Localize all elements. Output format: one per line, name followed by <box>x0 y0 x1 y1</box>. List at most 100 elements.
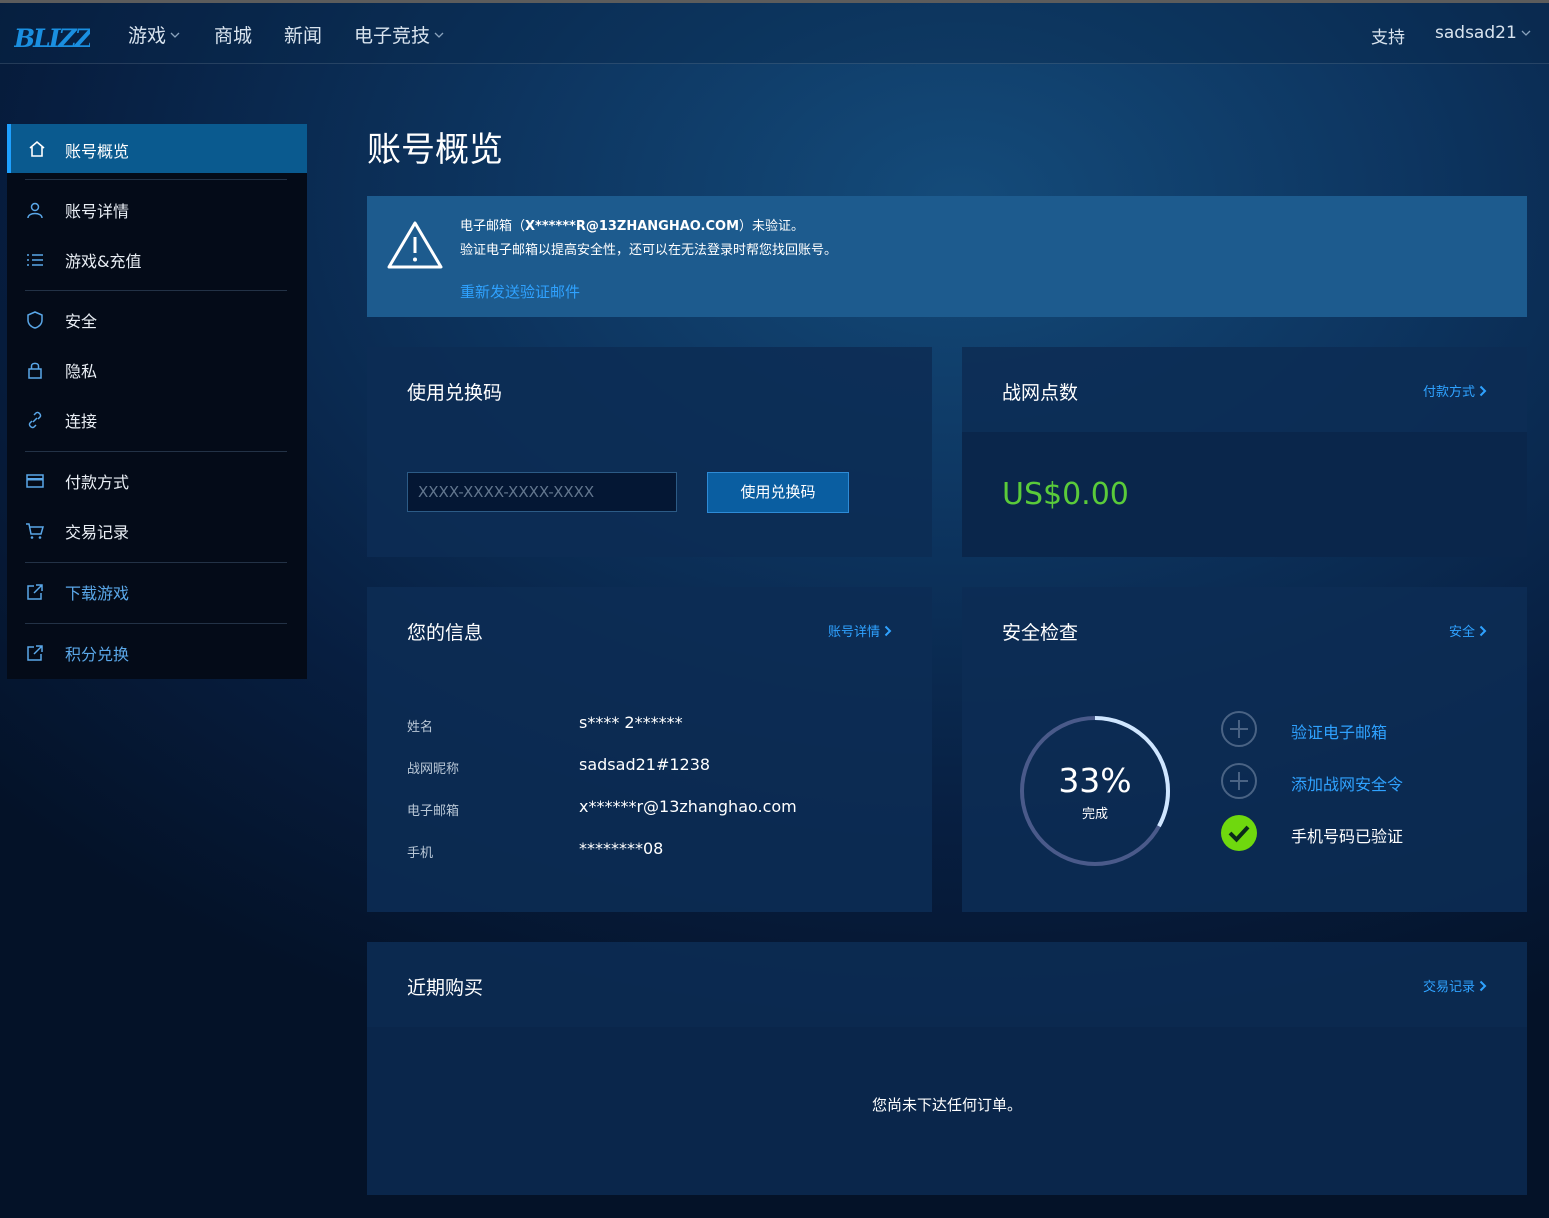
your-info-card: 您的信息 账号详情 姓名 s**** 2****** 战网昵称 sadsad21… <box>367 587 932 912</box>
verify-email-item[interactable]: 验证电子邮箱 <box>1220 710 1520 750</box>
card-title: 战网点数 <box>1002 382 1079 404</box>
plus-circle-icon <box>1221 763 1257 799</box>
info-key: 电子邮箱 <box>407 804 460 819</box>
info-key: 战网昵称 <box>407 762 460 777</box>
redeem-code-button[interactable]: 使用兑换码 <box>707 472 849 513</box>
alert-email: X******R@13ZHANGHAO.COM <box>525 219 740 234</box>
account-details-link[interactable]: 账号详情 <box>828 621 892 640</box>
sidebar-item-points[interactable]: 积分兑换 <box>7 633 307 673</box>
email-unverified-alert: 电子邮箱（X******R@13ZHANGHAO.COM）未验证。 验证电子邮箱… <box>367 196 1527 317</box>
sidebar-item-overview[interactable]: 账号概览 <box>7 124 307 173</box>
resend-verification-link[interactable]: 重新发送验证邮件 <box>460 281 580 302</box>
sidebar-item-privacy[interactable]: 隐私 <box>7 350 307 390</box>
nav-support-label: 支持 <box>1371 28 1405 48</box>
security-link[interactable]: 安全 <box>1449 621 1487 640</box>
alert-prefix: 电子邮箱（ <box>460 219 526 234</box>
sidebar-item-label: 隐私 <box>65 362 98 381</box>
security-item-label: 验证电子邮箱 <box>1291 723 1388 742</box>
sidebar-item-games[interactable]: 游戏&充值 <box>7 240 307 280</box>
balance-amount: US$0.00 <box>1002 477 1129 512</box>
page-title: 账号概览 <box>367 130 503 170</box>
sidebar-item-label: 游戏&充值 <box>65 252 142 271</box>
chevron-right-icon <box>1479 625 1487 636</box>
nav-user-menu[interactable]: sadsad21 <box>1435 23 1531 43</box>
chevron-down-icon <box>434 32 444 38</box>
info-value: sadsad21#1238 <box>579 755 711 774</box>
home-icon <box>29 140 45 157</box>
blizzard-logo[interactable]: BLIZZARD <box>14 15 90 55</box>
chevron-down-icon <box>1521 30 1531 36</box>
sidebar-divider <box>25 451 287 452</box>
card-link-label: 安全 <box>1448 625 1475 640</box>
sidebar-divider <box>25 290 287 291</box>
nav-games-label: 游戏 <box>128 25 167 47</box>
sidebar: 账号概览 账号详情 游戏&充值 安全 隐私 连接 付款方式 交易记录 下载游戏 … <box>7 124 307 679</box>
redeem-code-card: 使用兑换码 XXXX-XXXX-XXXX-XXXX 使用兑换码 <box>367 347 932 557</box>
transaction-history-link[interactable]: 交易记录 <box>1423 976 1487 995</box>
security-check-card: 安全检查 安全 33% 完成 验证电子邮箱 添加战网安全令 手机号码已验证 <box>962 587 1527 912</box>
info-row-email: 电子邮箱 x******r@13zhanghao.com <box>407 797 907 821</box>
info-row-battletag: 战网昵称 sadsad21#1238 <box>407 755 907 779</box>
info-key: 手机 <box>407 846 434 861</box>
user-icon <box>27 202 43 219</box>
add-authenticator-item[interactable]: 添加战网安全令 <box>1220 762 1520 802</box>
nav-support[interactable]: 支持 <box>1371 23 1405 48</box>
nav-shop[interactable]: 商城 <box>214 21 252 48</box>
sidebar-item-label: 付款方式 <box>65 473 130 492</box>
nav-username: sadsad21 <box>1435 23 1517 43</box>
chevron-right-icon <box>1479 385 1487 396</box>
card-title: 使用兑换码 <box>407 382 503 404</box>
sidebar-divider <box>25 623 287 624</box>
sidebar-item-connections[interactable]: 连接 <box>7 400 307 440</box>
redeem-code-input[interactable]: XXXX-XXXX-XXXX-XXXX <box>407 472 677 512</box>
sidebar-item-payment[interactable]: 付款方式 <box>7 461 307 501</box>
security-percent: 33% <box>1058 761 1132 800</box>
nav-news[interactable]: 新闻 <box>284 21 322 48</box>
chevron-down-icon <box>170 32 180 38</box>
sidebar-item-label: 账号概览 <box>65 142 130 161</box>
sidebar-item-label: 连接 <box>65 412 98 431</box>
sidebar-item-account-details[interactable]: 账号详情 <box>7 190 307 230</box>
info-value: x******r@13zhanghao.com <box>579 797 797 816</box>
nav-games[interactable]: 游戏 <box>128 21 180 48</box>
nav-esports[interactable]: 电子竞技 <box>354 21 444 48</box>
security-item-label: 手机号码已验证 <box>1291 827 1404 846</box>
card-title: 近期购买 <box>407 977 484 999</box>
lock-icon <box>28 362 42 379</box>
card-link-label: 交易记录 <box>1422 980 1475 995</box>
payment-methods-link[interactable]: 付款方式 <box>1423 381 1487 400</box>
sidebar-item-label: 安全 <box>65 312 98 331</box>
chevron-right-icon <box>1479 980 1487 991</box>
sidebar-divider <box>25 179 287 180</box>
cart-icon <box>26 523 44 539</box>
sidebar-item-label: 交易记录 <box>65 523 130 542</box>
warning-icon <box>387 221 443 269</box>
sidebar-item-download[interactable]: 下载游戏 <box>7 572 307 612</box>
list-icon <box>27 254 43 266</box>
balance-card: 战网点数 付款方式 US$0.00 <box>962 347 1527 557</box>
link-icon <box>28 411 42 429</box>
sidebar-item-transactions[interactable]: 交易记录 <box>7 511 307 551</box>
info-value: s**** 2****** <box>579 713 683 732</box>
sidebar-item-label: 账号详情 <box>65 202 130 221</box>
card-link-label: 付款方式 <box>1422 385 1475 400</box>
nav-shop-label: 商城 <box>214 25 253 47</box>
card-link-label: 账号详情 <box>827 625 880 640</box>
security-complete-label: 完成 <box>1081 807 1108 822</box>
sidebar-divider <box>25 562 287 563</box>
card-title: 您的信息 <box>407 622 484 644</box>
alert-suffix: ）未验证。 <box>739 219 805 234</box>
external-link-icon <box>27 645 43 661</box>
sidebar-item-label: 下载游戏 <box>65 584 130 603</box>
chevron-right-icon <box>884 625 892 636</box>
external-link-icon <box>27 584 43 600</box>
sidebar-item-security[interactable]: 安全 <box>7 300 307 340</box>
shield-icon <box>27 311 43 329</box>
nav-news-label: 新闻 <box>284 25 323 47</box>
info-row-phone: 手机 ********08 <box>407 839 907 863</box>
sidebar-item-label: 积分兑换 <box>65 645 130 664</box>
security-item-label: 添加战网安全令 <box>1291 775 1404 794</box>
plus-circle-icon <box>1221 711 1257 747</box>
info-key: 姓名 <box>407 720 434 735</box>
info-row-name: 姓名 s**** 2****** <box>407 713 907 737</box>
